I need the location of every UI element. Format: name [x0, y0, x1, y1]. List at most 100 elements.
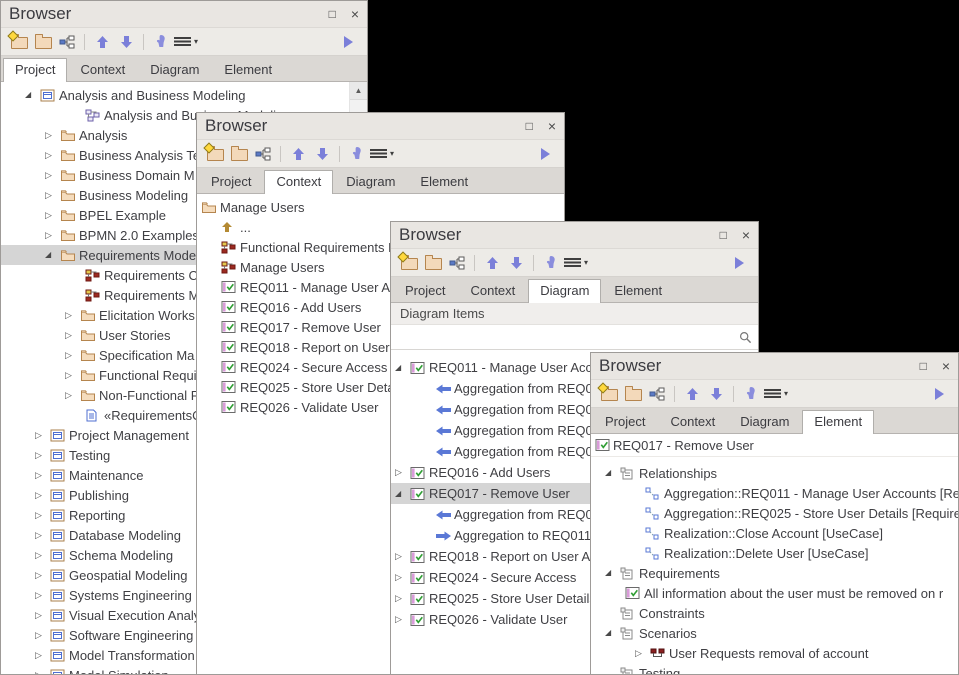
menu-button[interactable]: ▾ — [174, 31, 198, 53]
new-model-button[interactable] — [204, 143, 226, 165]
expander-closed-icon[interactable]: ▷ — [35, 451, 50, 460]
tab-context[interactable]: Context — [458, 279, 527, 302]
expander-closed-icon[interactable]: ▷ — [65, 311, 80, 320]
tree-row[interactable]: Testing — [591, 663, 958, 674]
hierarchy-button[interactable] — [56, 31, 78, 53]
move-up-button[interactable] — [681, 383, 703, 405]
expander-closed-icon[interactable]: ▷ — [35, 471, 50, 480]
forward-button[interactable] — [929, 383, 951, 405]
pin-button[interactable] — [150, 31, 172, 53]
move-down-button[interactable] — [311, 143, 333, 165]
expander-closed-icon[interactable]: ▷ — [35, 431, 50, 440]
new-model-button[interactable] — [398, 252, 420, 274]
tab-element[interactable]: Element — [802, 410, 874, 434]
expander-open-icon[interactable]: ◢ — [395, 364, 410, 372]
maximize-button[interactable]: □ — [720, 229, 727, 241]
move-up-button[interactable] — [287, 143, 309, 165]
tab-project[interactable]: Project — [593, 410, 657, 433]
expander-open-icon[interactable]: ◢ — [25, 91, 40, 99]
hierarchy-button[interactable] — [252, 143, 274, 165]
expander-closed-icon[interactable]: ▷ — [45, 131, 60, 140]
scroll-up-button[interactable]: ▲ — [350, 82, 367, 100]
tree-row[interactable]: Realization::Delete User [UseCase] — [591, 543, 958, 563]
expander-closed-icon[interactable]: ▷ — [395, 468, 410, 477]
browse-button[interactable] — [32, 31, 54, 53]
tab-context[interactable]: Context — [68, 58, 137, 81]
maximize-button[interactable]: □ — [920, 360, 927, 372]
hierarchy-button[interactable] — [446, 252, 468, 274]
move-up-button[interactable] — [91, 31, 113, 53]
tab-context[interactable]: Context — [264, 170, 333, 194]
forward-button[interactable] — [338, 31, 360, 53]
expander-closed-icon[interactable]: ▷ — [35, 671, 50, 675]
expander-closed-icon[interactable]: ▷ — [395, 594, 410, 603]
tab-diagram[interactable]: Diagram — [334, 170, 407, 193]
expander-closed-icon[interactable]: ▷ — [65, 391, 80, 400]
maximize-button[interactable]: □ — [329, 8, 336, 20]
pin-button[interactable] — [540, 252, 562, 274]
expander-open-icon[interactable]: ◢ — [45, 251, 60, 259]
expander-open-icon[interactable]: ◢ — [395, 490, 410, 498]
title-bar[interactable]: Browser □ × — [1, 1, 367, 28]
close-button[interactable]: × — [548, 119, 556, 133]
expander-closed-icon[interactable]: ▷ — [65, 351, 80, 360]
menu-button[interactable]: ▾ — [370, 143, 394, 165]
tab-diagram[interactable]: Diagram — [528, 279, 601, 303]
close-button[interactable]: × — [742, 228, 750, 242]
tab-context[interactable]: Context — [658, 410, 727, 433]
tree-row[interactable]: Manage Users — [197, 197, 564, 217]
expander-closed-icon[interactable]: ▷ — [45, 171, 60, 180]
search-input[interactable] — [397, 327, 739, 347]
browse-button[interactable] — [228, 143, 250, 165]
tab-diagram[interactable]: Diagram — [138, 58, 211, 81]
expander-closed-icon[interactable]: ▷ — [45, 231, 60, 240]
maximize-button[interactable]: □ — [526, 120, 533, 132]
expander-closed-icon[interactable]: ▷ — [395, 573, 410, 582]
tab-element[interactable]: Element — [602, 279, 674, 302]
expander-closed-icon[interactable]: ▷ — [45, 151, 60, 160]
expander-closed-icon[interactable]: ▷ — [35, 571, 50, 580]
expander-closed-icon[interactable]: ▷ — [35, 611, 50, 620]
tab-project[interactable]: Project — [199, 170, 263, 193]
expander-closed-icon[interactable]: ▷ — [35, 531, 50, 540]
tab-project[interactable]: Project — [393, 279, 457, 302]
expander-closed-icon[interactable]: ▷ — [45, 211, 60, 220]
tab-element[interactable]: Element — [212, 58, 284, 81]
browse-button[interactable] — [622, 383, 644, 405]
tree-row[interactable]: ▷User Requests removal of account — [591, 643, 958, 663]
expander-open-icon[interactable]: ◢ — [605, 569, 620, 577]
expander-closed-icon[interactable]: ▷ — [395, 615, 410, 624]
expander-open-icon[interactable]: ◢ — [605, 469, 620, 477]
tree-row[interactable]: ◢Analysis and Business Modeling — [1, 85, 367, 105]
tab-element[interactable]: Element — [408, 170, 480, 193]
tab-diagram[interactable]: Diagram — [728, 410, 801, 433]
tree-row[interactable]: All information about the user must be r… — [591, 583, 958, 603]
expander-closed-icon[interactable]: ▷ — [35, 591, 50, 600]
close-button[interactable]: × — [942, 359, 950, 373]
tab-project[interactable]: Project — [3, 58, 67, 82]
new-model-button[interactable] — [598, 383, 620, 405]
expander-closed-icon[interactable]: ▷ — [35, 651, 50, 660]
tree-row[interactable]: ◢Requirements — [591, 563, 958, 583]
expander-closed-icon[interactable]: ▷ — [35, 631, 50, 640]
expander-closed-icon[interactable]: ▷ — [35, 511, 50, 520]
hierarchy-button[interactable] — [646, 383, 668, 405]
forward-button[interactable] — [729, 252, 751, 274]
pin-button[interactable] — [740, 383, 762, 405]
expander-closed-icon[interactable]: ▷ — [65, 331, 80, 340]
expander-closed-icon[interactable]: ▷ — [395, 552, 410, 561]
expander-closed-icon[interactable]: ▷ — [45, 191, 60, 200]
expander-closed-icon[interactable]: ▷ — [65, 371, 80, 380]
pin-button[interactable] — [346, 143, 368, 165]
tree-row[interactable]: Aggregation::REQ025 - Store User Details… — [591, 503, 958, 523]
title-bar[interactable]: Browser □ × — [197, 113, 564, 140]
move-down-button[interactable] — [115, 31, 137, 53]
title-bar[interactable]: Browser □ × — [391, 222, 758, 249]
forward-button[interactable] — [535, 143, 557, 165]
close-button[interactable]: × — [351, 7, 359, 21]
menu-button[interactable]: ▾ — [564, 252, 588, 274]
browse-button[interactable] — [422, 252, 444, 274]
new-model-button[interactable] — [8, 31, 30, 53]
tree-row[interactable]: ◢Relationships — [591, 463, 958, 483]
move-down-button[interactable] — [505, 252, 527, 274]
